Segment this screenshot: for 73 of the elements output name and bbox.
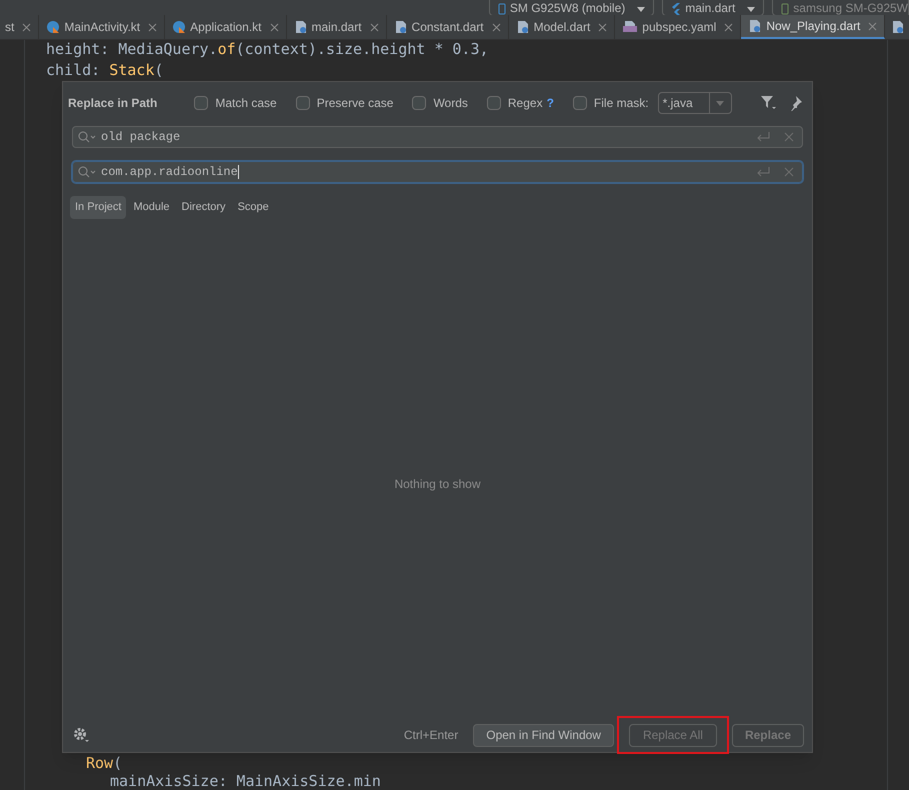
option-label[interactable]: Words [433, 94, 468, 112]
file-mask-dropdown[interactable]: *.java [658, 92, 732, 114]
scope-tab[interactable]: Directory [176, 196, 231, 219]
tab-label: pubspec.yaml [642, 19, 716, 36]
dart-file-icon [516, 20, 530, 34]
editor-tab[interactable]: Application.kt [165, 15, 287, 39]
caret-icon [637, 7, 646, 12]
tab-label: Now_Playing.dart [766, 18, 860, 35]
search-field[interactable]: old package [72, 126, 803, 148]
dialog-button[interactable]: Open in Find Window [473, 724, 614, 746]
close-icon[interactable] [868, 22, 878, 30]
caret-icon [747, 7, 756, 12]
help-link[interactable]: ? [546, 94, 554, 112]
code-line: Row( [86, 754, 122, 772]
tab-label: Constant.dart [412, 19, 484, 36]
checkbox[interactable] [412, 96, 426, 110]
tab-label: Application.kt [190, 19, 262, 36]
option-label[interactable]: File mask: [594, 94, 649, 112]
gear-icon[interactable] [73, 727, 91, 743]
checkbox[interactable] [572, 96, 587, 110]
phone-icon [781, 3, 790, 15]
scope-tab[interactable]: Scope [232, 196, 274, 219]
shortcut-hint: Ctrl+Enter [404, 727, 458, 744]
code-line: mainAxisSize: MainAxisSize.min [110, 772, 381, 790]
replace-field[interactable]: com.app.radioonline [72, 161, 803, 183]
editor-tab[interactable]: MainActivity.kt [39, 15, 166, 39]
dialog-title: Replace in Path [68, 95, 158, 112]
option-label[interactable]: Preserve case [316, 94, 394, 112]
close-icon[interactable] [148, 22, 158, 32]
editor-tab[interactable]: Constant.dart [386, 15, 509, 39]
kotlin-file-icon [172, 20, 186, 34]
editor-tab[interactable]: st [0, 15, 40, 39]
yaml-file-icon [622, 20, 638, 34]
checkbox[interactable] [296, 96, 310, 110]
tab-label: main.dart [312, 19, 362, 36]
close-icon[interactable] [784, 132, 794, 142]
empty-message: Nothing to show [394, 476, 481, 492]
search-icon [77, 165, 97, 179]
editor-tab[interactable]: Now_Playing.dart [741, 15, 886, 39]
scope-tab[interactable]: In Project [70, 196, 126, 219]
checkbox[interactable] [486, 96, 501, 110]
option-label[interactable]: Match case [215, 94, 277, 112]
close-icon[interactable] [370, 22, 379, 32]
close-icon[interactable] [492, 22, 501, 32]
search-icon [77, 130, 97, 144]
checkbox[interactable] [194, 96, 208, 110]
code-line: height: MediaQuery.of(context).size.height * 0.3, [46, 40, 489, 58]
kotlin-file-icon [46, 20, 60, 34]
close-icon[interactable] [724, 22, 734, 32]
enter-icon [756, 131, 772, 143]
tab-label: Model.dart [534, 19, 590, 36]
dart-file-icon [748, 19, 762, 33]
phone-icon [498, 3, 506, 15]
field-value: old package [101, 129, 180, 146]
dart-file-icon [394, 20, 408, 34]
editor-tab[interactable]: main.dart [286, 15, 387, 39]
code-line: child: Stack( [46, 61, 164, 79]
dart-file-icon [891, 20, 906, 34]
caret-icon [716, 100, 724, 106]
scope-tab[interactable]: Module [128, 196, 175, 219]
filter-icon[interactable] [760, 95, 778, 111]
option-label[interactable]: Regex [508, 94, 543, 112]
tab-label: st [5, 19, 14, 36]
close-icon[interactable] [22, 22, 32, 32]
dart-file-icon [294, 20, 308, 34]
close-icon[interactable] [784, 167, 794, 177]
enter-icon [756, 166, 772, 178]
tab-label: MainActivity.kt [64, 19, 140, 36]
field-value: com.app.radioonline [101, 164, 238, 181]
close-icon[interactable] [270, 22, 279, 32]
editor-tab[interactable]: Model.dart [508, 15, 616, 39]
close-icon[interactable] [598, 22, 608, 32]
flutter-icon [671, 3, 682, 15]
